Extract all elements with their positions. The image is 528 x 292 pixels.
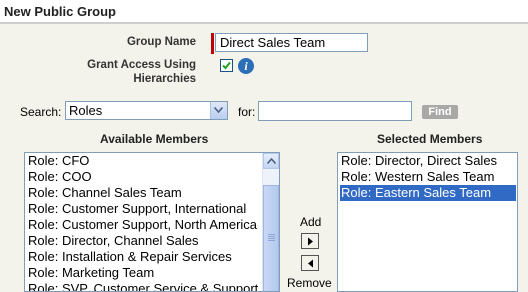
thumb-grip-line — [268, 240, 275, 241]
list-item-selected[interactable]: Role: Eastern Sales Team — [340, 185, 516, 201]
for-label: for: — [238, 105, 256, 119]
scroll-up-button[interactable] — [263, 153, 279, 169]
remove-label: Remove — [287, 276, 332, 290]
chevron-down-icon — [214, 107, 223, 113]
list-item[interactable]: Role: Customer Support, North America — [27, 217, 257, 233]
list-item[interactable]: Role: Western Sales Team — [340, 169, 516, 185]
page-header: New Public Group — [0, 0, 528, 24]
page-title: New Public Group — [4, 4, 116, 19]
list-item[interactable]: Role: Marketing Team — [27, 265, 154, 281]
checkmark-icon — [222, 61, 231, 70]
scroll-up-arrow-icon — [267, 158, 276, 164]
find-button[interactable]: Find — [422, 105, 458, 119]
search-text-input[interactable] — [258, 101, 412, 121]
list-item[interactable]: Role: CFO — [27, 153, 89, 169]
arrow-left-icon — [308, 259, 313, 268]
thumb-grip-line — [268, 236, 275, 237]
search-type-select[interactable]: Roles — [65, 101, 228, 120]
grant-access-checkbox[interactable] — [220, 59, 233, 72]
search-type-value: Roles — [69, 103, 103, 118]
required-indicator — [211, 33, 214, 54]
thumb-grip-line — [268, 238, 275, 239]
list-item[interactable]: Role: Customer Support, International — [27, 201, 246, 217]
arrow-right-icon — [308, 237, 313, 246]
grant-access-label-line2: Hierarchies — [133, 73, 196, 85]
grant-access-label-line1: Grant Access Using — [87, 59, 196, 71]
add-button[interactable] — [301, 233, 319, 249]
thumb-grip-line — [268, 234, 275, 235]
list-item[interactable]: Role: Director, Channel Sales — [27, 233, 199, 249]
vertical-scrollbar[interactable] — [262, 153, 279, 291]
remove-button[interactable] — [301, 255, 319, 271]
selected-members-heading: Selected Members — [377, 132, 483, 146]
form-panel: Group Name Direct Sales Team Grant Acces… — [0, 24, 528, 292]
available-members-list[interactable]: Role: CFO Role: COO Role: Channel Sales … — [24, 152, 280, 292]
list-item[interactable]: Role: COO — [27, 169, 92, 185]
available-members-heading: Available Members — [100, 132, 209, 146]
scrollbar-thumb[interactable] — [263, 185, 279, 291]
selected-members-list[interactable]: Role: Director, Direct Sales Role: Weste… — [337, 152, 518, 292]
group-name-input[interactable]: Direct Sales Team — [215, 33, 368, 52]
list-item[interactable]: Role: Director, Direct Sales — [340, 153, 516, 169]
grant-access-label: Grant Access Using Hierarchies — [60, 58, 196, 86]
group-name-label: Group Name — [126, 36, 196, 48]
search-label: Search: — [20, 105, 62, 119]
add-label: Add — [300, 215, 322, 229]
list-item[interactable]: Role: SVP, Customer Service & Support — [27, 281, 258, 291]
info-icon[interactable]: i — [238, 58, 254, 74]
list-item[interactable]: Role: Channel Sales Team — [27, 185, 182, 201]
list-item[interactable]: Role: Installation & Repair Services — [27, 249, 232, 265]
dropdown-button[interactable] — [210, 102, 227, 119]
